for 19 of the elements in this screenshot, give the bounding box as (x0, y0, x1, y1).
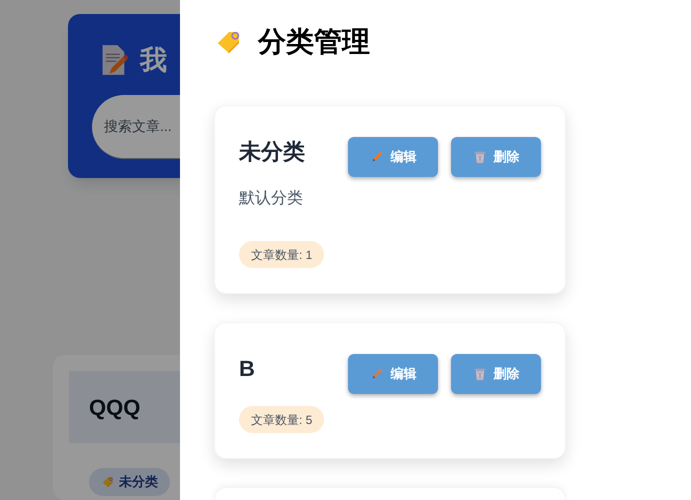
category-name: B (239, 355, 255, 383)
document-icon (100, 44, 128, 76)
delete-button[interactable]: 删除 (451, 354, 541, 394)
pencil-icon (370, 150, 384, 164)
article-count: 文章数量: 1 (239, 241, 324, 268)
trash-icon (472, 150, 486, 164)
panel-title: 分类管理 (258, 25, 370, 59)
article-count: 文章数量: 5 (239, 406, 324, 433)
delete-button[interactable]: 删除 (451, 137, 541, 177)
trash-icon (472, 367, 486, 381)
category-tag[interactable]: 未分类 (89, 468, 170, 496)
category-description: 默认分类 (239, 188, 304, 209)
pencil-icon (370, 367, 384, 381)
edit-button[interactable]: 编辑 (348, 137, 438, 177)
edit-button[interactable]: 编辑 (348, 354, 438, 394)
site-title: 我 (140, 44, 167, 77)
article-title: QQQ (89, 394, 140, 422)
category-name: 未分类 (239, 138, 305, 166)
tag-icon (101, 475, 115, 489)
